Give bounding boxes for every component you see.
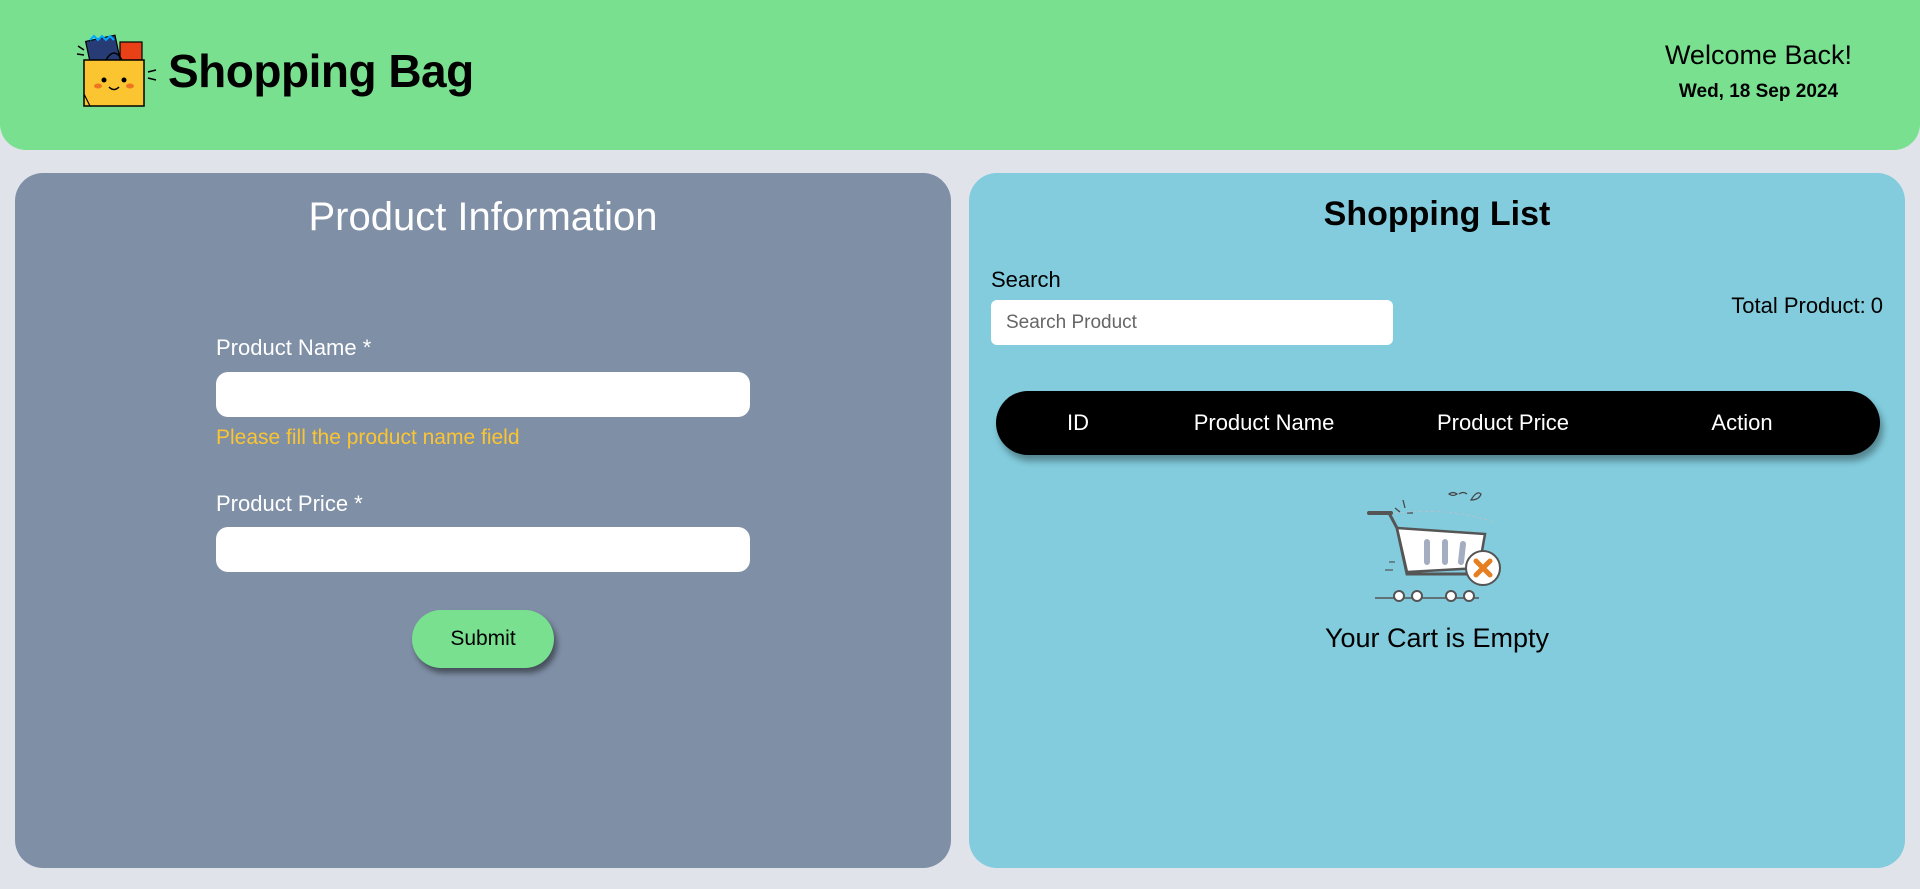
welcome-block: Welcome Back! Wed, 18 Sep 2024 bbox=[1665, 40, 1852, 103]
search-input[interactable] bbox=[991, 300, 1393, 345]
app-header: Shopping Bag Welcome Back! Wed, 18 Sep 2… bbox=[0, 0, 1920, 150]
current-date: Wed, 18 Sep 2024 bbox=[1678, 81, 1839, 102]
list-title: Shopping List bbox=[1323, 195, 1551, 233]
form-title: Product Information bbox=[308, 195, 658, 239]
column-product-price: Product Price bbox=[1436, 410, 1570, 435]
product-form-panel: Product Information Product Name * Pleas… bbox=[15, 173, 951, 868]
total-count: 0 bbox=[1870, 293, 1883, 318]
total-label: Total Product: bbox=[1731, 293, 1866, 318]
shopping-list-panel: Shopping List Search Total Product:0 ID … bbox=[969, 173, 1905, 868]
app-title: Shopping Bag bbox=[168, 45, 474, 97]
total-products: Total Product: 0 bbox=[1726, 293, 1883, 319]
empty-cart-icon bbox=[1367, 491, 1501, 602]
column-product-name: Product Name bbox=[1193, 410, 1335, 435]
product-price-label: Product Price * bbox=[216, 491, 363, 516]
shopping-bag-icon bbox=[76, 34, 157, 107]
product-name-input[interactable] bbox=[216, 372, 750, 417]
column-action: Action bbox=[1711, 410, 1773, 435]
product-price-input[interactable] bbox=[216, 527, 750, 572]
column-id: ID bbox=[1067, 410, 1089, 435]
welcome-message: Welcome Back! bbox=[1664, 40, 1852, 70]
search-label: Search bbox=[991, 267, 1061, 292]
product-name-error: Please fill the product name field bbox=[216, 426, 520, 449]
empty-cart-message: Your Cart is Empty bbox=[1324, 623, 1550, 653]
submit-button[interactable]: Submit bbox=[412, 610, 554, 668]
table-header: ID Product Name Product Price Action bbox=[996, 391, 1880, 455]
product-name-label: Product Name * bbox=[216, 335, 372, 360]
brand: Shopping Bag bbox=[76, 34, 474, 108]
